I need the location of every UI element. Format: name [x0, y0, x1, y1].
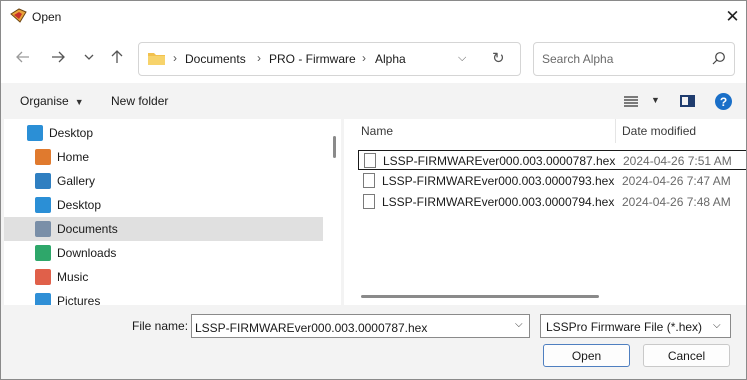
breadcrumb-documents[interactable]: Documents — [185, 52, 246, 66]
sidebar-item-label: Music — [57, 270, 89, 284]
file-icon — [364, 153, 376, 168]
sidebar-item-label: Documents — [57, 222, 118, 236]
breadcrumb-alpha[interactable]: Alpha — [375, 52, 406, 66]
column-divider[interactable] — [615, 119, 616, 143]
navigation-bar: › Documents › PRO - Firmware › Alpha ⌵ ↻… — [1, 33, 746, 83]
sidebar-item-home[interactable]: Home — [4, 145, 323, 169]
breadcrumb-separator: › — [362, 51, 366, 65]
sidebar-item-pictures[interactable]: Pictures — [4, 289, 323, 305]
sidebar-item-downloads[interactable]: Downloads — [4, 241, 323, 265]
view-options-icon[interactable] — [624, 96, 638, 107]
file-name: LSSP-FIRMWAREver000.003.0000787.hex — [383, 154, 616, 168]
file-date-modified: 2024-04-26 7:47 AM — [622, 174, 731, 188]
desktop-icon — [35, 197, 51, 213]
file-icon — [363, 194, 375, 209]
documents-icon — [35, 221, 51, 237]
arrow-up-icon — [111, 50, 123, 63]
search-icon — [712, 52, 725, 65]
file-name-label: File name: — [132, 319, 189, 333]
sidebar-item-music[interactable]: Music — [4, 265, 323, 289]
address-history-chevron-icon[interactable]: ⌵ — [458, 52, 466, 65]
sidebar-item-desktop[interactable]: Desktop — [4, 121, 323, 145]
downloads-icon — [35, 245, 51, 261]
home-icon — [35, 149, 51, 165]
file-name: LSSP-FIRMWAREver000.003.0000794.hex — [382, 195, 615, 209]
sidebar-item-desktop[interactable]: Desktop — [4, 193, 323, 217]
title-bar: Open ✕ — [1, 1, 746, 33]
refresh-icon[interactable]: ↻ — [492, 49, 505, 67]
preview-pane-icon[interactable] — [680, 95, 695, 107]
horizontal-scrollbar[interactable] — [361, 295, 599, 298]
column-header-name[interactable]: Name — [361, 124, 393, 138]
organise-label: Organise — [20, 94, 69, 108]
help-icon[interactable]: ? — [715, 93, 732, 110]
arrow-right-icon — [52, 51, 65, 63]
file-list-pane: ⌃ Name Date modified LSSP-FIRMWAREver000… — [344, 119, 746, 305]
desktop-icon — [27, 125, 43, 141]
sidebar-item-label: Gallery — [57, 174, 96, 188]
dialog-footer: File name: ⌵ LSSPro Firmware File (*.hex… — [1, 305, 746, 379]
folder-icon — [148, 53, 165, 65]
forward-button[interactable] — [47, 46, 69, 68]
file-date-modified: 2024-04-26 7:51 AM — [623, 154, 732, 168]
sidebar-item-label: Home — [57, 150, 90, 164]
sidebar-item-label: Pictures — [57, 294, 101, 305]
breadcrumb-separator: › — [257, 51, 261, 65]
sort-ascending-icon: ⌃ — [481, 119, 490, 126]
sidebar-item-documents[interactable]: Documents — [4, 217, 323, 241]
up-button[interactable] — [106, 46, 128, 68]
file-icon — [363, 173, 375, 188]
search-placeholder: Search Alpha — [542, 52, 614, 66]
sidebar-item-label: Desktop — [57, 198, 102, 212]
file-name-history-chevron-icon[interactable]: ⌵ — [515, 319, 523, 330]
file-name: LSSP-FIRMWAREver000.003.0000793.hex — [382, 174, 615, 188]
file-name-input[interactable] — [191, 314, 530, 338]
new-folder-button[interactable]: New folder — [111, 94, 168, 108]
back-button[interactable] — [12, 46, 34, 68]
navigation-pane: Desktop Home Gallery Desktop Documents Downlo… — [4, 119, 341, 305]
open-button[interactable]: Open — [543, 344, 630, 367]
arrow-left-icon — [16, 51, 29, 63]
app-logo-icon — [10, 8, 27, 23]
search-input[interactable]: Search Alpha — [533, 42, 735, 76]
breadcrumb-separator: › — [173, 51, 177, 65]
file-row[interactable]: LSSP-FIRMWAREver000.003.0000787.hex 2024-… — [358, 150, 746, 170]
pictures-icon — [35, 293, 51, 305]
music-icon — [35, 269, 51, 285]
file-row[interactable]: LSSP-FIRMWAREver000.003.0000794.hex 2024-… — [358, 192, 746, 212]
cancel-button[interactable]: Cancel — [643, 344, 730, 367]
column-header-date-modified[interactable]: Date modified — [622, 124, 696, 138]
file-row[interactable]: LSSP-FIRMWAREver000.003.0000793.hex 2024-… — [358, 171, 746, 191]
chevron-down-icon: ⌵ — [713, 320, 721, 331]
gallery-icon — [35, 173, 51, 189]
file-type-value: LSSPro Firmware File (*.hex) — [546, 320, 703, 334]
window-title: Open — [32, 10, 62, 24]
address-bar[interactable]: › Documents › PRO - Firmware › Alpha ⌵ ↻ — [138, 42, 521, 76]
caret-down-icon: ▼ — [74, 97, 84, 107]
recent-locations-button[interactable] — [78, 46, 100, 68]
organise-button[interactable]: Organise ▼ — [20, 94, 84, 108]
sidebar-item-gallery[interactable]: Gallery — [4, 169, 323, 193]
file-date-modified: 2024-04-26 7:48 AM — [622, 195, 731, 209]
chevron-down-icon — [84, 54, 94, 60]
caret-down-icon[interactable]: ▼ — [651, 95, 660, 105]
navigation-scrollbar[interactable] — [333, 136, 336, 158]
breadcrumb-pro-firmware[interactable]: PRO - Firmware — [269, 52, 356, 66]
sidebar-item-label: Desktop — [49, 126, 94, 140]
open-file-dialog: Open ✕ › Documents › PRO - Firmware › Al… — [0, 0, 747, 380]
command-bar: Organise ▼ New folder ▼ ? — [1, 83, 746, 119]
sidebar-item-label: Downloads — [57, 246, 117, 260]
file-type-select[interactable]: LSSPro Firmware File (*.hex) ⌵ — [540, 314, 731, 338]
close-icon[interactable]: ✕ — [719, 1, 746, 32]
